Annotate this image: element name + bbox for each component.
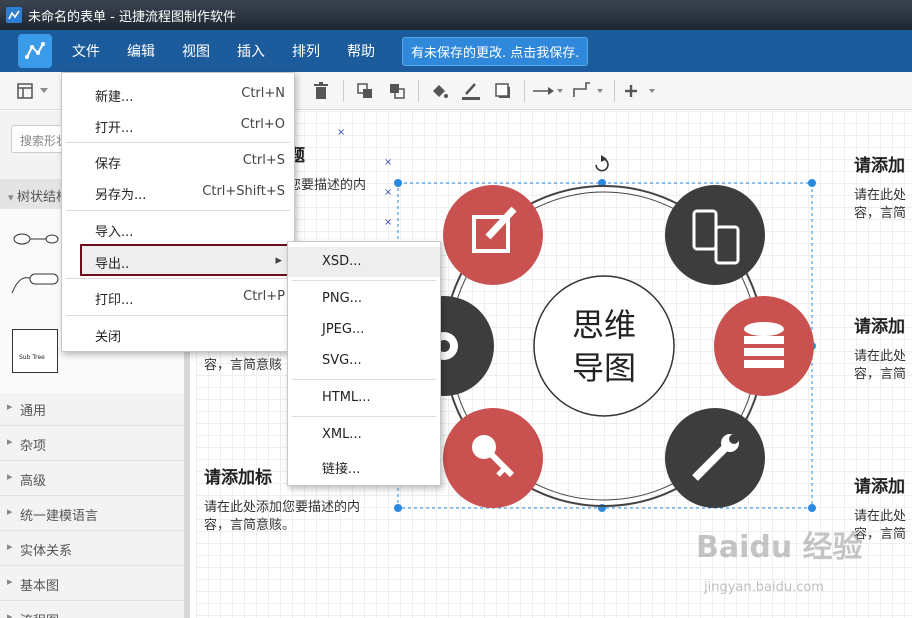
canvas-body-right-2b[interactable]: 容，言简: [854, 366, 906, 384]
unsaved-changes-button[interactable]: 有未保存的更改. 点击我保存.: [402, 36, 589, 66]
edit-icon: [443, 185, 543, 285]
canvas-body-mid-left[interactable]: 容，言简意赅: [204, 357, 282, 375]
menu-item-close[interactable]: 关闭: [62, 319, 294, 349]
export-xsd[interactable]: XSD...: [288, 247, 440, 277]
menu-edit[interactable]: 编辑: [127, 41, 155, 61]
menu-item-print[interactable]: 打印... Ctrl+P: [62, 282, 294, 312]
insert-plus-icon[interactable]: [623, 80, 659, 102]
connection-arrow-icon[interactable]: [532, 80, 564, 102]
menu-item-save[interactable]: 保存 Ctrl+S: [62, 146, 294, 176]
canvas-body-right-1a[interactable]: 请在此处: [854, 187, 906, 205]
menu-item-open[interactable]: 打开... Ctrl+O: [62, 110, 294, 140]
line-color-icon[interactable]: [460, 80, 482, 102]
layout-panel-icon[interactable]: [14, 80, 36, 102]
category-general[interactable]: 通用: [0, 391, 184, 426]
export-jpeg[interactable]: JPEG...: [288, 315, 440, 345]
anchor-x-mark: ×: [337, 127, 346, 138]
shadow-icon[interactable]: [492, 80, 514, 102]
window-title-bar: 未命名的表单 - 迅捷流程图制作软件: [0, 0, 912, 30]
canvas-body-top-left-1[interactable]: 您要描述的内: [288, 177, 366, 195]
delete-icon[interactable]: [310, 80, 332, 102]
menu-insert[interactable]: 插入: [237, 41, 265, 61]
canvas-title-right-2[interactable]: 请添加: [854, 312, 905, 337]
center-label-line1: 思维: [572, 306, 636, 344]
menu-arrange[interactable]: 排列: [292, 41, 320, 61]
window-title: 未命名的表单 - 迅捷流程图制作软件: [28, 9, 236, 25]
send-to-back-icon[interactable]: [386, 80, 408, 102]
canvas-title-right-3[interactable]: 请添加: [854, 472, 905, 497]
canvas-title-right-1[interactable]: 请添加: [854, 151, 905, 176]
export-svg[interactable]: SVG...: [288, 346, 440, 376]
category-misc[interactable]: 杂项: [0, 426, 184, 461]
waypoint-icon[interactable]: [572, 80, 604, 102]
category-uml[interactable]: 统一建模语言: [0, 496, 184, 531]
devices-icon: [665, 185, 765, 285]
database-icon: [714, 296, 814, 396]
baidu-watermark: Baidu 经验: [696, 530, 863, 565]
bring-to-front-icon[interactable]: [354, 80, 376, 102]
center-label-line2: 导图: [572, 349, 636, 387]
canvas-body-bottom-left-2[interactable]: 容，言简意赅。: [204, 517, 295, 535]
menu-item-save-as[interactable]: 另存为... Ctrl+Shift+S: [62, 177, 294, 207]
export-png[interactable]: PNG...: [288, 284, 440, 314]
export-html[interactable]: HTML...: [288, 383, 440, 413]
mindmap-graphic[interactable]: 思维 导图: [392, 151, 822, 521]
canvas-body-right-2a[interactable]: 请在此处: [854, 348, 906, 366]
file-menu-dropdown: 新建... Ctrl+N 打开... Ctrl+O 保存 Ctrl+S 另存为... C…: [61, 72, 402, 352]
menu-bar: 文件 编辑 视图 插入 排列 帮助 有未保存的更改. 点击我保存.: [0, 30, 912, 72]
rotate-handle-icon: [595, 155, 609, 172]
canvas-body-bottom-left-1[interactable]: 请在此处添加您要描述的内: [204, 499, 360, 517]
baidu-watermark-url: jingyan.baidu.com: [704, 580, 824, 595]
export-link[interactable]: 链接...: [288, 451, 440, 481]
category-entity-relation[interactable]: 实体关系: [0, 531, 184, 566]
category-flowchart[interactable]: 流程图: [0, 601, 184, 618]
sub-tree-label: Sub Tree: [19, 354, 45, 361]
app-logo-icon: [18, 34, 52, 68]
menu-help[interactable]: 帮助: [347, 41, 375, 61]
menu-item-import[interactable]: 导入...: [62, 214, 294, 244]
menu-file[interactable]: 文件: [72, 41, 100, 61]
category-basic[interactable]: 基本图: [0, 566, 184, 601]
canvas-title-bottom-left[interactable]: 请添加标: [204, 463, 272, 488]
menu-view[interactable]: 视图: [182, 41, 210, 61]
key-icon: [443, 408, 543, 508]
canvas-body-right-1b[interactable]: 容，言简: [854, 205, 906, 223]
wrench-icon: [665, 408, 765, 508]
app-icon: [6, 7, 22, 23]
fill-color-icon[interactable]: [428, 80, 450, 102]
tree-shape-1-icon[interactable]: [12, 229, 62, 249]
sub-tree-shape[interactable]: Sub Tree: [12, 329, 58, 373]
tree-shape-2-icon[interactable]: [10, 269, 60, 299]
menu-item-new[interactable]: 新建... Ctrl+N: [62, 79, 294, 109]
export-xml[interactable]: XML...: [288, 420, 440, 450]
chevron-down-icon[interactable]: [38, 80, 50, 102]
category-advanced[interactable]: 高级: [0, 461, 184, 496]
export-submenu: XSD... PNG... JPEG... SVG... HTML... XML…: [287, 241, 441, 486]
